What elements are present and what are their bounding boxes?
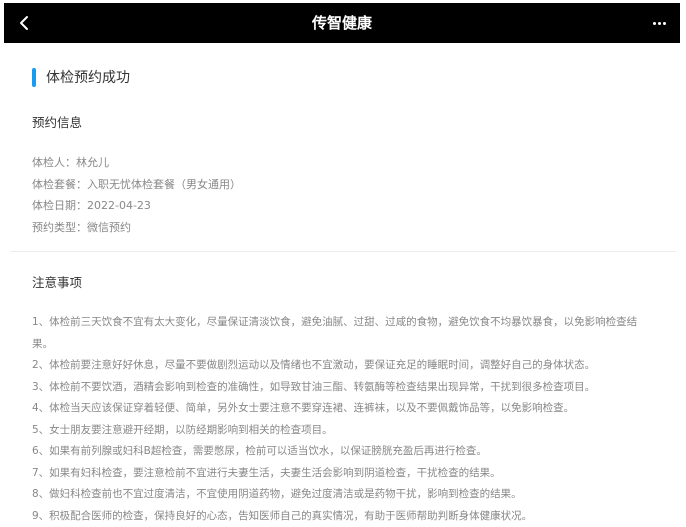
booking-info-heading: 预约信息 <box>32 112 82 131</box>
note-item: 7、如果有妇科检查，要注意检前不宜进行夫妻生活，夫妻生活会影响到阴道检查，干扰检… <box>32 463 652 485</box>
main-content: 体检预约成功 预约信息 体检人：林允儿 体检套餐：入职无忧体检套餐（男女通用） … <box>10 46 676 522</box>
more-horizontal-icon <box>653 22 656 25</box>
page-title: 传智健康 <box>4 3 680 43</box>
chevron-left-icon <box>19 15 29 31</box>
success-title: 体检预约成功 <box>46 67 130 87</box>
note-item: 8、做妇科检查前也不宜过度清洁，不宜使用阴道药物，避免过度清洁或是药物干扰，影响… <box>32 484 652 506</box>
note-item: 5、女士朋友要注意避开经期，以防经期影响到相关的检查项目。 <box>32 420 652 442</box>
note-item: 1、体检前三天饮食不宜有太大变化，尽量保证清淡饮食，避免油腻、过甜、过咸的食物，… <box>32 312 652 355</box>
divider <box>10 251 676 252</box>
info-date: 体检日期：2022-04-23 <box>32 195 241 217</box>
info-patient: 体检人：林允儿 <box>32 152 241 174</box>
note-item: 6、如果有前列腺或妇科B超检查，需要憋尿，检前可以适当饮水，以保证膀胱充盈后再进… <box>32 441 652 463</box>
info-package: 体检套餐：入职无忧体检套餐（男女通用） <box>32 174 241 196</box>
more-dot <box>658 22 661 25</box>
more-button[interactable] <box>646 7 672 39</box>
note-item: 9、积极配合医师的检查，保持良好的心态，告知医师自己的真实情况，有助于医师帮助判… <box>32 506 652 527</box>
accent-bar <box>32 68 36 87</box>
top-nav-bar: 传智健康 <box>4 3 680 43</box>
back-button[interactable] <box>10 7 38 39</box>
note-item: 4、体检当天应该保证穿着轻便、简单，另外女士要注意不要穿连裙、连裤袜，以及不要佩… <box>32 398 652 420</box>
note-item: 3、体检前不要饮酒，酒精会影响到检查的准确性，如导致甘油三酯、转氨酶等检查结果出… <box>32 377 652 399</box>
note-item: 2、体检前要注意好好休息，尽量不要做剧烈运动以及情绪也不宜激动，要保证充足的睡眠… <box>32 355 652 377</box>
info-type: 预约类型：微信预约 <box>32 217 241 239</box>
notes-heading: 注意事项 <box>32 272 82 291</box>
booking-info-list: 体检人：林允儿 体检套餐：入职无忧体检套餐（男女通用） 体检日期：2022-04… <box>32 152 241 238</box>
more-dot <box>663 22 666 25</box>
success-header: 体检预约成功 <box>32 66 130 88</box>
notes-list: 1、体检前三天饮食不宜有太大变化，尽量保证清淡饮食，避免油腻、过甜、过咸的食物，… <box>32 312 652 527</box>
